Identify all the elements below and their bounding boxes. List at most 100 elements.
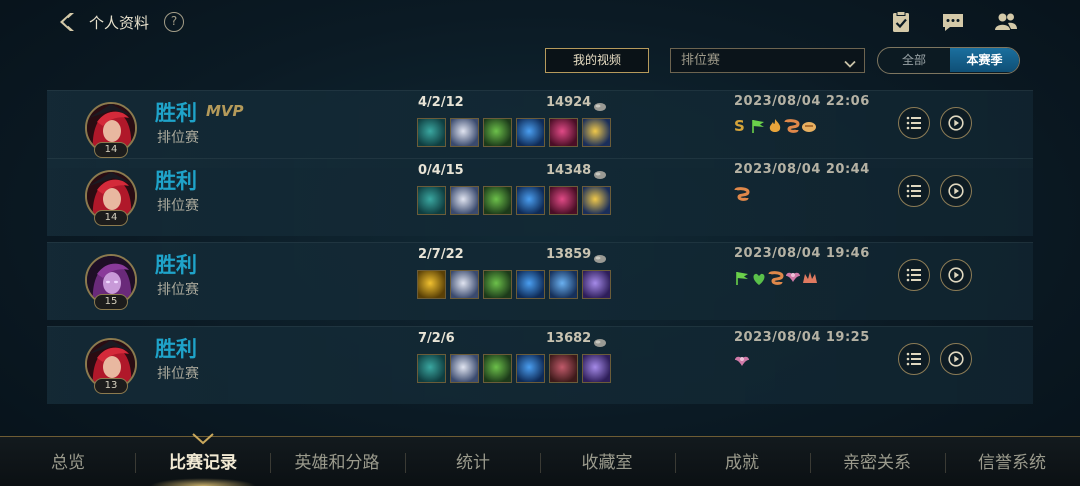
nav-tab-relationships[interactable]: 亲密关系 [822, 437, 932, 486]
item-crimson-icon[interactable] [549, 186, 578, 215]
gold-coin-icon [593, 165, 607, 179]
item-fox-icon[interactable] [450, 118, 479, 147]
gold-earned: 13682 [546, 331, 592, 346]
item-fox-icon[interactable] [450, 186, 479, 215]
clipboard-check-icon[interactable] [889, 10, 913, 34]
chat-bubble-icon[interactable] [941, 10, 965, 34]
list-icon [906, 116, 921, 130]
match-date: 2023/08/04 22:06 [734, 94, 870, 109]
play-icon [948, 115, 964, 131]
season-option-current[interactable]: 本赛季 [950, 48, 1019, 72]
item-staff-icon[interactable] [582, 118, 611, 147]
gold-earned: 14924 [546, 95, 592, 110]
item-hat-icon[interactable] [549, 354, 578, 383]
scroll-alt-badge-icon [801, 118, 817, 134]
nav-tab-achievements[interactable]: 成就 [687, 437, 797, 486]
match-replay-button[interactable] [940, 107, 972, 139]
match-details-button[interactable] [898, 107, 930, 139]
play-icon [948, 267, 964, 283]
match-details-button[interactable] [898, 259, 930, 291]
item-gold-orb-icon[interactable] [417, 270, 446, 299]
item-staff-icon[interactable] [582, 186, 611, 215]
item-green-icon[interactable] [483, 186, 512, 215]
nav-tab-champions-roles[interactable]: 英雄和分路 [282, 437, 392, 486]
game-mode-selected: 排位赛 [681, 53, 721, 68]
scroll-badge-icon [768, 270, 784, 286]
kda-score: 7/2/6 [418, 331, 455, 346]
nav-tab-collection[interactable]: 收藏室 [552, 437, 662, 486]
item-blue-icon[interactable] [516, 186, 545, 215]
list-icon [906, 352, 921, 366]
kda-score: 4/2/12 [418, 95, 464, 110]
match-row[interactable]: 13 胜利 排位赛 7/2/6 13682 2023/08/04 19:25 [47, 326, 1033, 404]
item-blue-icon[interactable] [516, 118, 545, 147]
chevron-down-icon [844, 55, 856, 68]
item-green-icon[interactable] [483, 354, 512, 383]
item-green-icon[interactable] [483, 270, 512, 299]
friends-icon[interactable] [994, 10, 1018, 34]
kda-score: 2/7/22 [418, 247, 464, 262]
game-mode-dropdown[interactable]: 排位赛 [670, 48, 865, 73]
item-blue-icon[interactable] [516, 354, 545, 383]
help-icon[interactable]: ? [164, 12, 184, 32]
nav-tab-overview[interactable]: 总览 [20, 437, 116, 486]
top-bar: 个人资料 ? [0, 0, 1080, 44]
scroll-badge-icon [734, 186, 750, 202]
nav-divider [810, 453, 811, 473]
nav-divider [945, 453, 946, 473]
match-replay-button[interactable] [940, 175, 972, 207]
item-staff-blue-icon[interactable] [549, 270, 578, 299]
list-icon [906, 184, 921, 198]
item-blue-icon[interactable] [516, 270, 545, 299]
item-teal-icon[interactable] [417, 186, 446, 215]
gold-coin-icon [593, 333, 607, 347]
queue-type: 排位赛 [157, 198, 199, 214]
match-replay-button[interactable] [940, 343, 972, 375]
match-date: 2023/08/04 19:25 [734, 330, 870, 345]
champion-level-badge: 15 [94, 294, 128, 310]
queue-type: 排位赛 [157, 282, 199, 298]
gold-coin-icon [593, 249, 607, 263]
heal-badge-icon [751, 270, 767, 286]
gold-earned: 13859 [546, 247, 592, 262]
gold-earned: 14348 [546, 163, 592, 178]
item-crimson-icon[interactable] [549, 118, 578, 147]
flag-badge-icon [734, 270, 750, 286]
match-result: 胜利 [155, 253, 197, 277]
champion-level-badge: 14 [94, 142, 128, 158]
item-fox-icon[interactable] [450, 354, 479, 383]
match-result: 胜利 [155, 337, 197, 361]
wings-badge-icon [734, 354, 750, 370]
match-row[interactable]: 14 胜利 排位赛 0/4/15 14348 2023/08/04 20:44 [47, 158, 1033, 236]
active-tab-chevron-icon [192, 430, 214, 445]
match-details-button[interactable] [898, 175, 930, 207]
kda-score: 0/4/15 [418, 163, 464, 178]
match-row[interactable]: 15 胜利 排位赛 2/7/22 13859 2023/08/04 19:46 [47, 242, 1033, 320]
back-arrow-icon[interactable] [56, 10, 80, 34]
nav-tab-honor[interactable]: 信誉系统 [957, 437, 1067, 486]
item-teal-icon[interactable] [417, 118, 446, 147]
match-details-button[interactable] [898, 343, 930, 375]
nav-tab-stats[interactable]: 统计 [418, 437, 528, 486]
nav-divider [405, 453, 406, 473]
match-row[interactable]: 14 胜利 MVP 排位赛 4/2/12 14924 2023/08/04 22… [47, 90, 1033, 168]
item-boots-icon[interactable] [582, 270, 611, 299]
item-teal-icon[interactable] [417, 354, 446, 383]
champion-level-badge: 14 [94, 210, 128, 226]
my-video-button[interactable]: 我的视频 [545, 48, 649, 73]
scroll-badge-icon [784, 118, 800, 134]
nav-divider [135, 453, 136, 473]
wings-badge-icon [785, 270, 801, 286]
match-date: 2023/08/04 19:46 [734, 246, 870, 261]
nav-divider [270, 453, 271, 473]
nav-divider [540, 453, 541, 473]
champion-level-badge: 13 [94, 378, 128, 394]
item-fox-icon[interactable] [450, 270, 479, 299]
match-result: 胜利 [155, 101, 197, 125]
season-option-all[interactable]: 全部 [878, 48, 950, 72]
item-boots-icon[interactable] [582, 354, 611, 383]
item-green-icon[interactable] [483, 118, 512, 147]
match-replay-button[interactable] [940, 259, 972, 291]
mvp-label: MVP [206, 102, 244, 120]
page-title: 个人资料 [89, 14, 150, 32]
